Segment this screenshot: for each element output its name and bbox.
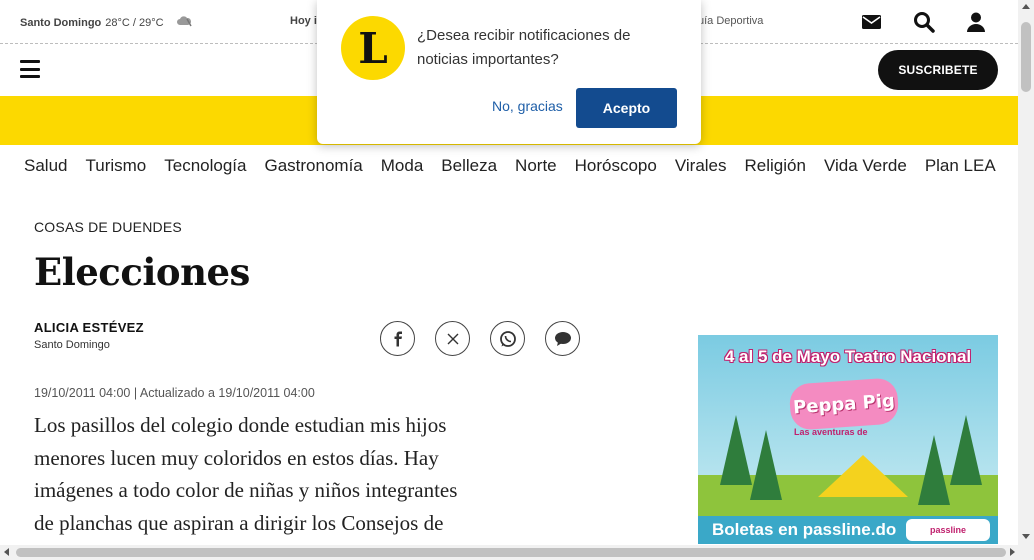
today-link[interactable]: Hoy i — [290, 15, 317, 27]
scroll-left-arrow-icon[interactable] — [4, 548, 9, 556]
weather-city: Santo Domingo — [20, 16, 102, 29]
section-link[interactable]: Turismo — [85, 156, 146, 176]
article-author[interactable]: ALICIA ESTÉVEZ — [34, 320, 144, 335]
section-link[interactable]: Vida Verde — [824, 156, 907, 176]
facebook-icon[interactable] — [380, 321, 415, 356]
cloud-icon — [176, 15, 192, 30]
user-icon[interactable] — [964, 10, 988, 34]
accept-button[interactable]: Acepto — [576, 88, 677, 128]
scroll-up-arrow-icon[interactable] — [1022, 4, 1030, 9]
section-link[interactable]: Salud — [24, 156, 67, 176]
search-icon[interactable] — [912, 10, 936, 34]
decline-button[interactable]: No, gracias — [492, 98, 563, 114]
body-line: imágenes a todo color de niñas y niños i… — [34, 478, 458, 502]
ad-brand-logo: Peppa Pig — [788, 377, 900, 431]
hamburger-icon[interactable] — [20, 60, 40, 78]
scroll-down-arrow-icon[interactable] — [1022, 534, 1030, 539]
whatsapp-icon[interactable] — [490, 321, 525, 356]
top-icons — [860, 10, 988, 34]
notification-popup: L ¿Desea recibir notificaciones de notic… — [317, 0, 701, 144]
weather-temperature: 28°C / 29°C — [105, 16, 164, 29]
section-link[interactable]: Gastronomía — [264, 156, 362, 176]
tree-shape — [950, 415, 982, 485]
article-title: Elecciones — [34, 250, 250, 294]
ad-cta: Boletas en passline.do — [712, 520, 897, 539]
tree-shape — [918, 435, 950, 505]
popup-message: ¿Desea recibir notificaciones de noticia… — [417, 27, 631, 68]
subscribe-button[interactable]: SUSCRIBETE — [878, 50, 998, 90]
weather-widget[interactable]: Santo Domingo 28°C / 29°C — [20, 15, 192, 30]
x-icon[interactable] — [435, 321, 470, 356]
share-buttons — [380, 321, 580, 356]
body-line: menores lucen muy coloridos en estos día… — [34, 445, 439, 470]
section-link[interactable]: Tecnología — [164, 156, 246, 176]
horizontal-scrollbar[interactable] — [0, 545, 1034, 560]
body-line: de planchas que aspiran a dirigir los Co… — [34, 510, 444, 535]
scroll-right-arrow-icon[interactable] — [1010, 548, 1015, 556]
section-link[interactable]: Religión — [745, 156, 806, 176]
comment-icon[interactable] — [545, 321, 580, 356]
article-body: Los pasillos del colegio donde estudian … — [34, 409, 574, 539]
article-kicker[interactable]: COSAS DE DUENDES — [34, 219, 182, 235]
mail-icon[interactable] — [860, 10, 884, 34]
site-logo: L — [341, 16, 405, 80]
ad-subtitle: Las aventuras de — [794, 427, 868, 437]
article-location: Santo Domingo — [34, 339, 110, 351]
section-link[interactable]: Horóscopo — [575, 156, 657, 176]
scrollbar-thumb[interactable] — [16, 548, 1006, 557]
section-link[interactable]: Belleza — [441, 156, 497, 176]
section-link[interactable]: Virales — [675, 156, 727, 176]
body-line: Los pasillos del colegio donde estudian … — [34, 413, 447, 437]
section-link[interactable]: Plan LEA — [925, 156, 996, 176]
passline-logo: passline — [906, 519, 990, 541]
section-link[interactable]: Moda — [381, 156, 424, 176]
article-dateline: 19/10/2011 04:00 | Actualizado a 19/10/2… — [34, 386, 315, 400]
vertical-scrollbar[interactable] — [1018, 0, 1034, 545]
tree-shape — [720, 415, 752, 485]
scrollbar-thumb[interactable] — [1021, 22, 1031, 92]
tent-shape — [818, 455, 908, 497]
advertisement-banner[interactable]: 4 al 5 de Mayo Teatro Nacional Peppa Pig… — [698, 335, 998, 544]
tree-shape — [750, 430, 782, 500]
ad-title: 4 al 5 de Mayo Teatro Nacional — [724, 347, 972, 366]
section-link[interactable]: Norte — [515, 156, 557, 176]
section-nav: Salud Turismo Tecnología Gastronomía Mod… — [24, 156, 1014, 176]
sports-guide-link[interactable]: uía Deportiva — [698, 15, 763, 27]
